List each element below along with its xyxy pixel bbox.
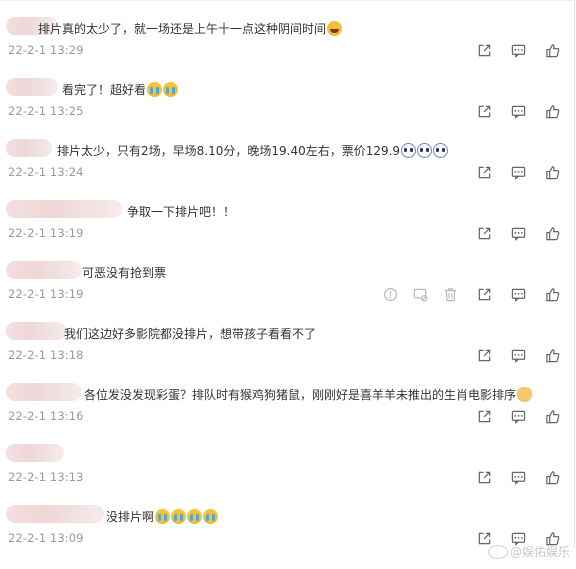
blurred-username[interactable] [6,261,82,279]
comment-body: 我们这边好多影院都没排片，想带孩子看看不了 [64,327,317,341]
comment-icon[interactable] [510,347,526,363]
comment-timestamp: 22-2-1 13:25 [8,104,84,118]
cat-emoji-icon [517,387,533,402]
comment-body: 各位发没发现彩蛋？排队时有猴鸡狗猪鼠，刚刚好是喜羊羊未推出的生肖电影排序 [84,388,517,402]
share-icon[interactable] [476,42,492,58]
thumbs-up-icon[interactable] [544,225,560,241]
comment-body: 看完了！超好看 [62,83,147,97]
comment-actions [374,347,564,363]
comment-text: 我们这边好多影院都没排片，想带孩子看看不了 [64,325,316,343]
blurred-username[interactable] [6,78,58,96]
comment-actions [374,103,564,119]
comment-body: 可恶没有抢到票 [82,266,167,280]
cry-emoji-icon [203,509,219,524]
skull-emoji-icon [401,143,417,158]
comment-item: 可恶没有抢到票 22-2-1 13:19 [0,261,574,325]
comment-icon[interactable] [510,469,526,485]
share-icon[interactable] [476,408,492,424]
comment-text: 没排片啊 [106,508,219,526]
comment-icon[interactable] [510,408,526,424]
laugh-emoji-icon [327,21,343,36]
thumbs-up-icon[interactable] [544,286,560,302]
thumbs-up-icon[interactable] [544,408,560,424]
comment-item: 看完了！超好看 22-2-1 13:25 [0,78,574,142]
comment-icon[interactable] [510,42,526,58]
skull-emoji-icon [433,143,449,158]
cry-emoji-icon [147,82,163,97]
comment-text: 排片太少，只有2场，早场8.10分，晚场19.40左右，票价129.9 [57,142,449,160]
comment-body: 没排片啊 [106,510,155,524]
comment-icon[interactable] [510,164,526,180]
cry-emoji-icon [163,82,179,97]
comment-body: 排片真的太少了，就一场还是上午十一点这种阴间时间 [38,22,327,36]
thumbs-up-icon[interactable] [544,103,560,119]
comment-body: 争取一下排片吧！！ [127,205,236,219]
share-icon[interactable] [476,347,492,363]
watermark: @娱佑娱乐 [487,543,570,560]
blurred-username[interactable] [6,322,66,340]
cry-emoji-icon [187,509,203,524]
cry-emoji-icon [155,509,171,524]
comment-timestamp: 22-2-1 13:19 [8,287,84,301]
blurred-username[interactable] [6,139,52,157]
comment-item: 争取一下排片吧！！ 22-2-1 13:19 [0,200,574,264]
comment-timestamp: 22-2-1 13:29 [8,43,84,57]
comment-timestamp: 22-2-1 13:09 [8,531,84,545]
comment-text: 可恶没有抢到票 [82,264,166,282]
comment-item: 排片真的太少了，就一场还是上午十一点这种阴间时间 22-2-1 13:29 [0,17,574,81]
comment-text: 看完了！超好看 [62,81,179,99]
comment-item: 各位发没发现彩蛋？排队时有猴鸡狗猪鼠，刚刚好是喜羊羊未推出的生肖电影排序 22-2… [0,383,574,447]
comment-text: 排片真的太少了，就一场还是上午十一点这种阴间时间 [38,20,343,38]
comment-actions [374,42,564,58]
comment-timestamp: 22-2-1 13:19 [8,226,84,240]
comment-actions [374,286,564,302]
comment-timestamp: 22-2-1 13:18 [8,348,84,362]
comment-actions [374,469,564,485]
thumbs-up-icon[interactable] [544,469,560,485]
share-icon[interactable] [476,469,492,485]
share-icon[interactable] [476,286,492,302]
comment-icon[interactable] [510,103,526,119]
comment-body: 排片太少，只有2场，早场8.10分，晚场19.40左右，票价129.9 [57,144,401,158]
trash-icon[interactable] [442,286,458,302]
watermark-text: @娱佑娱乐 [509,545,570,559]
comment-timestamp: 22-2-1 13:13 [8,470,84,484]
divider [0,0,574,1]
comment-timestamp: 22-2-1 13:24 [8,165,84,179]
cry-emoji-icon [171,509,187,524]
thumbs-up-icon[interactable] [544,42,560,58]
block-icon[interactable] [412,286,428,302]
blurred-username[interactable] [6,383,82,401]
comment-actions [374,408,564,424]
comment-icon[interactable] [510,225,526,241]
report-icon[interactable] [382,286,398,302]
comment-actions [374,225,564,241]
weibo-logo-icon [487,544,508,559]
skull-emoji-icon [417,143,433,158]
comment-list: 排片真的太少了，就一场还是上午十一点这种阴间时间 22-2-1 13:29 看完了！… [0,0,575,548]
blurred-username[interactable] [6,505,104,523]
comment-icon[interactable] [510,286,526,302]
share-icon[interactable] [476,225,492,241]
thumbs-up-icon[interactable] [544,164,560,180]
comment-text: 各位发没发现彩蛋？排队时有猴鸡狗猪鼠，刚刚好是喜羊羊未推出的生肖电影排序 [84,386,533,404]
thumbs-up-icon[interactable] [544,347,560,363]
comment-text: 争取一下排片吧！！ [127,203,235,221]
comment-timestamp: 22-2-1 13:16 [8,409,84,423]
comment-item: 排片太少，只有2场，早场8.10分，晚场19.40左右，票价129.9 22-2-… [0,139,574,203]
comment-item: 22-2-1 13:13 [0,444,574,508]
comment-actions [374,164,564,180]
blurred-username[interactable] [6,200,122,218]
share-icon[interactable] [476,164,492,180]
share-icon[interactable] [476,103,492,119]
comment-item: 我们这边好多影院都没排片，想带孩子看看不了 22-2-1 13:18 [0,322,574,386]
blurred-username[interactable] [6,444,64,462]
